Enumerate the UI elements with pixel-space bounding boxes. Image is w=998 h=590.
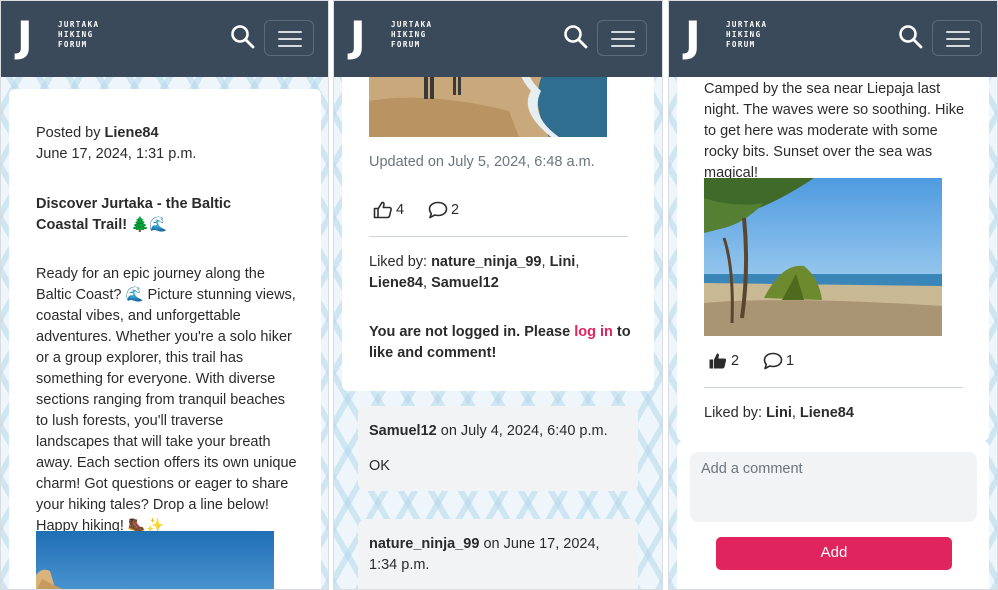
post-meta: Posted by Liene84 June 17, 2024, 1:31 p.… — [36, 123, 306, 165]
comment-author[interactable]: nature_ninja_99 — [369, 536, 479, 552]
login-link[interactable]: log in — [574, 324, 613, 340]
logo-line: HIKING — [58, 30, 94, 39]
comment-form: Add a comment Add — [677, 441, 989, 589]
logo-letter[interactable]: J — [17, 13, 33, 61]
comment-item: Samuel12 on July 4, 2024, 6:40 p.m. OK — [358, 406, 638, 491]
logo-text[interactable]: JURTAKA HIKING FORUM — [58, 20, 99, 50]
liked-by-user[interactable]: Samuel12 — [431, 275, 499, 291]
logo-line: HIKING — [391, 30, 427, 39]
post-body: Camped by the sea near Liepaja last nigh… — [704, 81, 965, 181]
thumbs-up-filled-icon[interactable] — [708, 352, 728, 370]
comment-stat[interactable]: 1 — [763, 352, 794, 370]
post-image — [704, 178, 942, 336]
screen-post-add-comment: J JURTAKA HIKING FORUM Camped by the sea… — [668, 0, 998, 590]
posted-by-label: Posted by — [36, 125, 101, 141]
liked-by-user[interactable]: Liene84 — [800, 405, 854, 421]
comment-count: 1 — [786, 353, 795, 369]
post-title: Discover Jurtaka - the Baltic Coastal Tr… — [36, 196, 232, 233]
comment-item: nature_ninja_99 on June 17, 2024, 1:34 p… — [358, 519, 638, 589]
logo-line: FORUM — [726, 40, 756, 49]
divider — [369, 236, 628, 237]
thumbs-up-icon[interactable] — [373, 201, 393, 219]
like-count: 2 — [731, 353, 740, 369]
comment-date: on July 4, 2024, 6:40 p.m. — [440, 423, 608, 439]
post-date: June 17, 2024, 1:31 p.m. — [36, 146, 197, 162]
liked-by-user[interactable]: Lini — [766, 405, 792, 421]
navbar: J JURTAKA HIKING FORUM — [669, 1, 997, 77]
liked-by-user[interactable]: nature_ninja_99 — [431, 254, 541, 270]
search-icon[interactable] — [563, 24, 589, 50]
divider — [704, 387, 963, 388]
post-image — [36, 531, 274, 589]
post-card: Updated on July 5, 2024, 6:48 a.m. 4 2 L… — [342, 41, 654, 391]
screen-post-detail: J JURTAKA HIKING FORUM Posted by Liene84… — [0, 0, 329, 590]
logo-line: JURTAKA — [726, 20, 768, 29]
liked-by-user[interactable]: Liene84 — [369, 275, 423, 291]
logo-letter[interactable]: J — [350, 13, 366, 61]
liked-by: Liked by: Lini, Liene84 — [704, 405, 854, 421]
post-author[interactable]: Liene84 — [105, 125, 159, 141]
menu-icon — [278, 31, 302, 33]
like-stat[interactable]: 4 — [373, 201, 404, 219]
comment-icon[interactable] — [763, 352, 783, 370]
comment-icon[interactable] — [428, 201, 448, 219]
comment-header: Samuel12 on July 4, 2024, 6:40 p.m. — [369, 421, 629, 442]
liked-by-label: Liked by: — [369, 254, 428, 270]
liked-by-label: Liked by: — [704, 405, 763, 421]
screen-post-comments: J JURTAKA HIKING FORUM Updated on July 5… — [333, 0, 663, 590]
post-card: Camped by the sea near Liepaja last nigh… — [677, 41, 989, 441]
comment-count: 2 — [451, 202, 460, 218]
logo-line: FORUM — [58, 40, 88, 49]
logo-line: HIKING — [726, 30, 762, 39]
add-comment-button[interactable]: Add — [716, 537, 952, 570]
comment-stat[interactable]: 2 — [428, 201, 459, 219]
post-card: Posted by Liene84 June 17, 2024, 1:31 p.… — [9, 89, 321, 589]
like-count: 4 — [396, 202, 405, 218]
menu-icon — [611, 31, 635, 33]
updated-date: Updated on July 5, 2024, 6:48 a.m. — [369, 154, 595, 170]
like-stat[interactable]: 2 — [708, 352, 739, 370]
liked-by: Liked by: nature_ninja_99, Lini, Liene84… — [369, 254, 580, 291]
logo-line: JURTAKA — [58, 20, 100, 29]
navbar: J JURTAKA HIKING FORUM — [334, 1, 662, 77]
menu-toggle-button[interactable] — [264, 20, 314, 56]
post-body: Ready for an epic journey along the Balt… — [36, 266, 297, 534]
menu-icon — [946, 31, 970, 33]
logo-line: JURTAKA — [391, 20, 433, 29]
navbar: J JURTAKA HIKING FORUM — [1, 1, 328, 77]
logo-text[interactable]: JURTAKA HIKING FORUM — [726, 20, 767, 50]
liked-by-user[interactable]: Lini — [550, 254, 576, 270]
login-notice: You are not logged in. Please log in to … — [369, 324, 631, 361]
logo-line: FORUM — [391, 40, 421, 49]
comment-text: OK — [369, 458, 390, 474]
logo-text[interactable]: JURTAKA HIKING FORUM — [391, 20, 432, 50]
comment-header: nature_ninja_99 on June 17, 2024, 1:34 p… — [369, 534, 624, 576]
menu-toggle-button[interactable] — [597, 20, 647, 56]
logo-letter[interactable]: J — [685, 13, 701, 61]
comment-textarea[interactable]: Add a comment — [690, 452, 977, 522]
search-icon[interactable] — [898, 24, 924, 50]
comment-author[interactable]: Samuel12 — [369, 423, 437, 439]
search-icon[interactable] — [230, 24, 256, 50]
menu-toggle-button[interactable] — [932, 20, 982, 56]
